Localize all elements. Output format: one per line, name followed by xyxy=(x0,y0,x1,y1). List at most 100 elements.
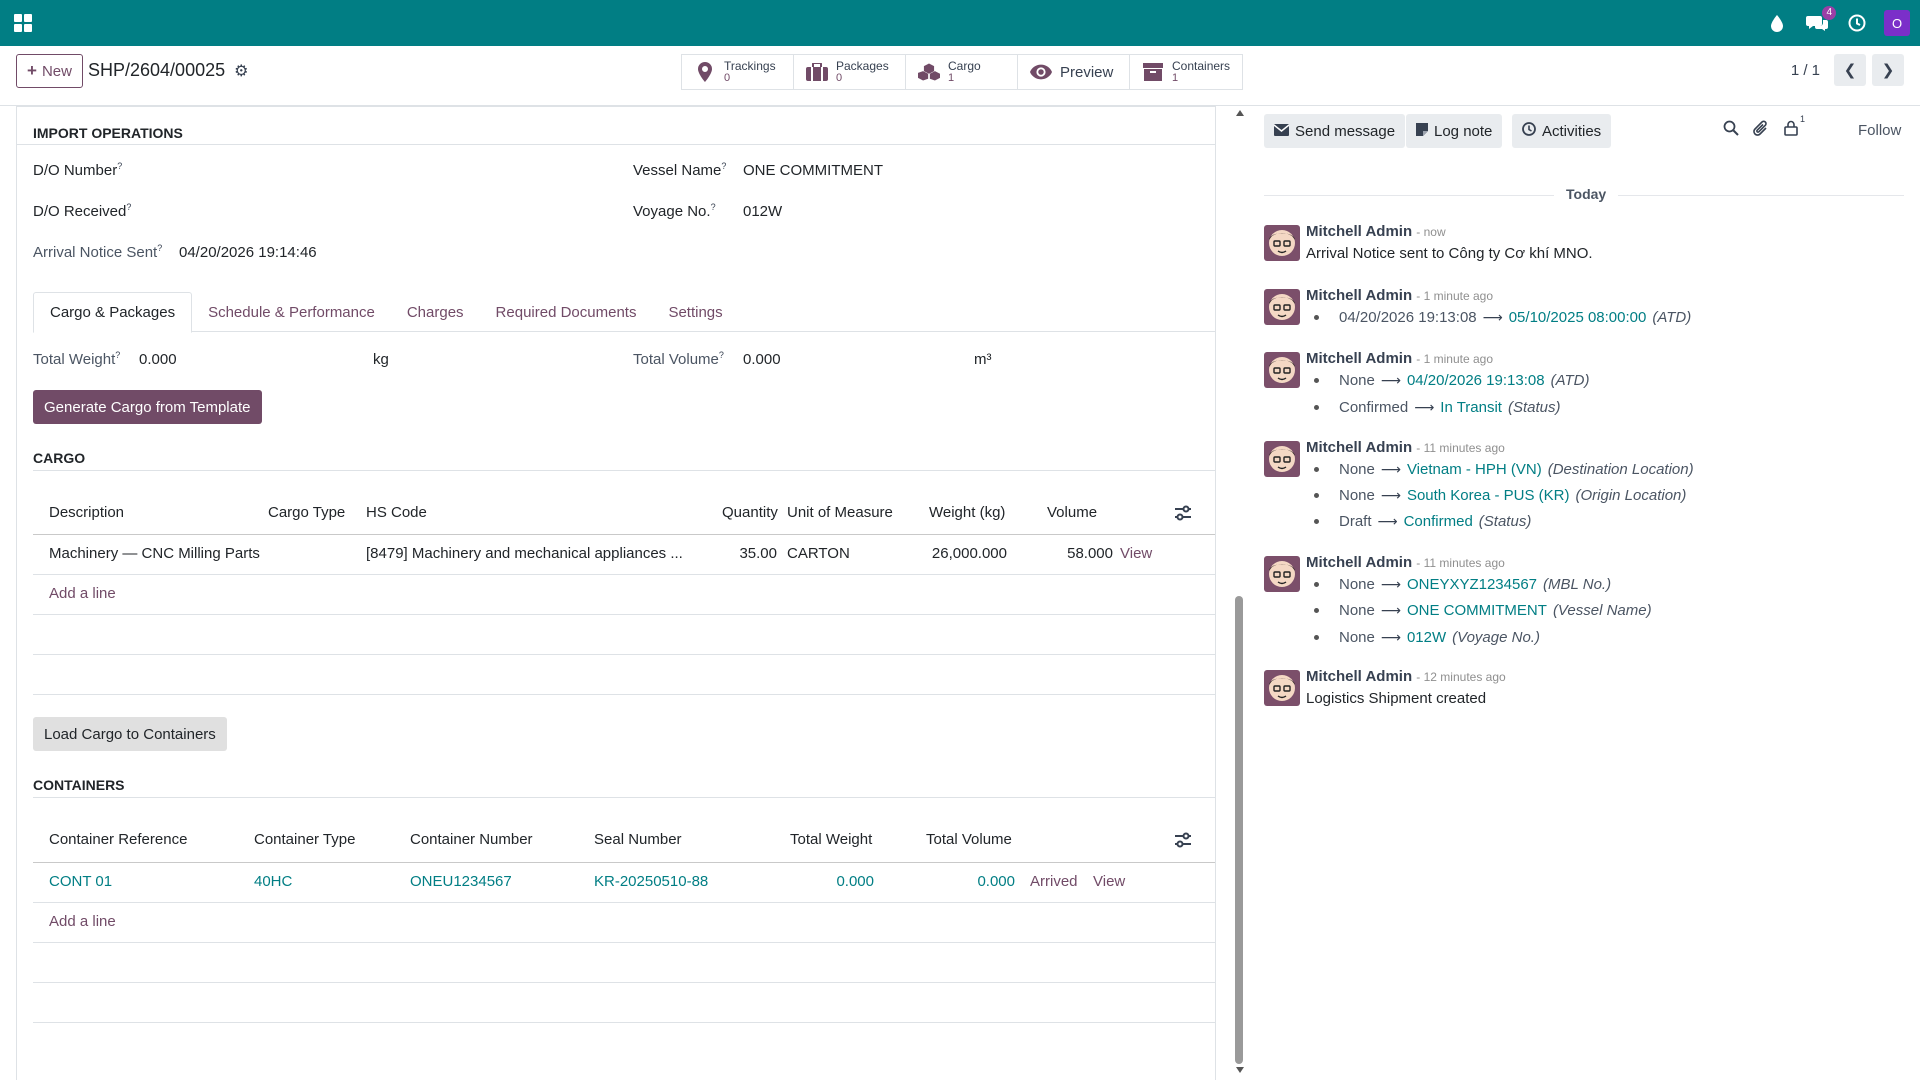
new-button-label: New xyxy=(41,62,72,80)
scroll-up-arrow-icon[interactable] xyxy=(1236,110,1244,116)
avatar[interactable] xyxy=(1264,556,1300,592)
tracking-value: 04/20/2026 19:13:08 ⟶ 05/10/2025 08:00:00(… xyxy=(1314,309,1691,326)
avatar[interactable] xyxy=(1264,670,1300,706)
container-weight[interactable]: 0.000 xyxy=(797,873,874,890)
message-author: Mitchell Admin - 12 minutes ago xyxy=(1306,668,1506,685)
paperclip-icon[interactable] xyxy=(1753,120,1769,142)
col-weight[interactable]: Weight (kg) xyxy=(929,504,1005,521)
total-volume-label: Total Volume? xyxy=(633,350,724,368)
message-time: - 1 minute ago xyxy=(1416,352,1494,366)
send-message-button[interactable]: Send message xyxy=(1264,114,1406,148)
smart-button-cargo[interactable]: Cargo 1 xyxy=(906,55,1018,89)
send-message-label: Send message xyxy=(1295,122,1396,140)
col-total-weight[interactable]: Total Weight xyxy=(790,831,872,848)
follow-button[interactable]: Follow xyxy=(1858,122,1901,139)
total-weight-value[interactable]: 0.000 xyxy=(139,351,177,368)
col-total-volume[interactable]: Total Volume xyxy=(926,831,1012,848)
pager-next-button[interactable]: ❯ xyxy=(1872,54,1904,86)
clock-icon[interactable] xyxy=(1844,10,1870,36)
optional-columns-icon[interactable] xyxy=(1175,505,1191,525)
new-button[interactable]: + New xyxy=(16,54,83,88)
tracking-value: None ⟶ Vietnam - HPH (VN) (Destination Loca… xyxy=(1314,461,1694,478)
avatar[interactable] xyxy=(1264,289,1300,325)
tracking-value: None ⟶ South Korea - PUS (KR) (Origin Locat… xyxy=(1314,487,1686,504)
tab-cargo-packages[interactable]: Cargo & Packages xyxy=(33,292,193,333)
cargo-weight[interactable]: 26,000.000 xyxy=(897,545,1007,562)
smart-label: Cargo xyxy=(948,59,981,73)
divider xyxy=(33,694,1215,695)
tab-settings[interactable]: Settings xyxy=(652,292,738,332)
col-container-type[interactable]: Container Type xyxy=(254,831,355,848)
container-number[interactable]: ONEU1234567 xyxy=(410,873,512,890)
chevron-left-icon: ❮ xyxy=(1843,62,1857,79)
total-volume-value[interactable]: 0.000 xyxy=(743,351,781,368)
cargo-hs-code[interactable]: [8479] Machinery and mechanical applianc… xyxy=(366,545,683,562)
smart-button-trackings[interactable]: Trackings 0 xyxy=(682,55,794,89)
col-container-reference[interactable]: Container Reference xyxy=(49,831,187,848)
optional-columns-icon[interactable] xyxy=(1175,832,1191,852)
log-note-button[interactable]: Log note xyxy=(1406,114,1503,148)
col-cargo-type[interactable]: Cargo Type xyxy=(268,504,345,521)
cargo-description[interactable]: Machinery — CNC Milling Parts xyxy=(49,545,260,562)
message-body: Arrival Notice sent to Công ty Cơ khí MN… xyxy=(1306,245,1593,262)
generate-cargo-button[interactable]: Generate Cargo from Template xyxy=(33,390,262,424)
load-cargo-button[interactable]: Load Cargo to Containers xyxy=(33,717,227,751)
messages-badge: 4 xyxy=(1822,6,1836,20)
drop-icon[interactable] xyxy=(1764,10,1790,36)
tracking-value: None ⟶ 012W (Voyage No.) xyxy=(1314,629,1540,646)
container-status[interactable]: Arrived xyxy=(1030,873,1078,890)
container-add-line[interactable]: Add a line xyxy=(49,913,116,930)
gear-icon[interactable]: ⚙ xyxy=(234,61,248,81)
tab-required-documents[interactable]: Required Documents xyxy=(480,292,653,332)
arrow-right-icon: ⟶ xyxy=(1380,602,1401,618)
container-type[interactable]: 40HC xyxy=(254,873,292,890)
vessel-name-value[interactable]: ONE COMMITMENT xyxy=(743,162,883,179)
user-avatar[interactable]: O xyxy=(1884,10,1910,36)
smart-label: Containers xyxy=(1172,59,1231,73)
col-quantity[interactable]: Quantity xyxy=(722,504,778,521)
divider xyxy=(33,574,1215,575)
messages-icon[interactable]: 4 xyxy=(1804,6,1836,36)
pager-value[interactable]: 1 / 1 xyxy=(1791,62,1820,79)
col-volume[interactable]: Volume xyxy=(1047,504,1097,521)
smart-button-preview[interactable]: Preview xyxy=(1018,55,1130,89)
smart-button-containers[interactable]: Containers 1 xyxy=(1130,55,1242,89)
cargo-add-line[interactable]: Add a line xyxy=(49,585,116,602)
cargo-quantity[interactable]: 35.00 xyxy=(717,545,777,562)
smart-value: 1 xyxy=(1172,72,1179,84)
col-container-number[interactable]: Container Number xyxy=(410,831,533,848)
chevron-right-icon: ❯ xyxy=(1881,62,1895,79)
activities-button[interactable]: Activities xyxy=(1512,114,1612,148)
scroll-down-arrow-icon[interactable] xyxy=(1236,1067,1244,1073)
col-description[interactable]: Description xyxy=(49,504,124,521)
tab-schedule-performance[interactable]: Schedule & Performance xyxy=(192,292,391,332)
voyage-value[interactable]: 012W xyxy=(743,203,782,220)
apps-menu-icon[interactable] xyxy=(14,14,32,32)
container-volume[interactable]: 0.000 xyxy=(937,873,1015,890)
message-author: Mitchell Admin - 11 minutes ago xyxy=(1306,439,1505,456)
col-seal-number[interactable]: Seal Number xyxy=(594,831,682,848)
smart-button-packages[interactable]: Packages 0 xyxy=(794,55,906,89)
col-hs-code[interactable]: HS Code xyxy=(366,504,427,521)
message-author: Mitchell Admin - 1 minute ago xyxy=(1306,350,1494,367)
total-weight-label: Total Weight? xyxy=(33,350,121,368)
pager-previous-button[interactable]: ❮ xyxy=(1834,54,1866,86)
search-icon[interactable] xyxy=(1723,120,1739,140)
container-seal[interactable]: KR-20250510-88 xyxy=(594,873,708,890)
col-uom[interactable]: Unit of Measure xyxy=(787,504,893,521)
scrollbar-thumb[interactable] xyxy=(1235,596,1243,1064)
arrival-notice-value[interactable]: 04/20/2026 19:14:46 xyxy=(179,244,317,261)
avatar[interactable] xyxy=(1264,352,1300,388)
cargo-view-link[interactable]: View xyxy=(1120,545,1152,562)
tab-charges[interactable]: Charges xyxy=(391,292,480,332)
cargo-uom[interactable]: CARTON xyxy=(787,545,850,562)
log-note-label: Log note xyxy=(1434,122,1493,140)
envelope-icon xyxy=(1273,123,1290,140)
avatar[interactable] xyxy=(1264,225,1300,261)
avatar[interactable] xyxy=(1264,441,1300,477)
container-reference[interactable]: CONT 01 xyxy=(49,873,112,890)
container-view-link[interactable]: View xyxy=(1093,873,1125,890)
total-volume-unit: m³ xyxy=(974,351,992,368)
followers-icon[interactable]: 1 xyxy=(1784,114,1805,140)
cargo-volume[interactable]: 58.000 xyxy=(1027,545,1113,562)
